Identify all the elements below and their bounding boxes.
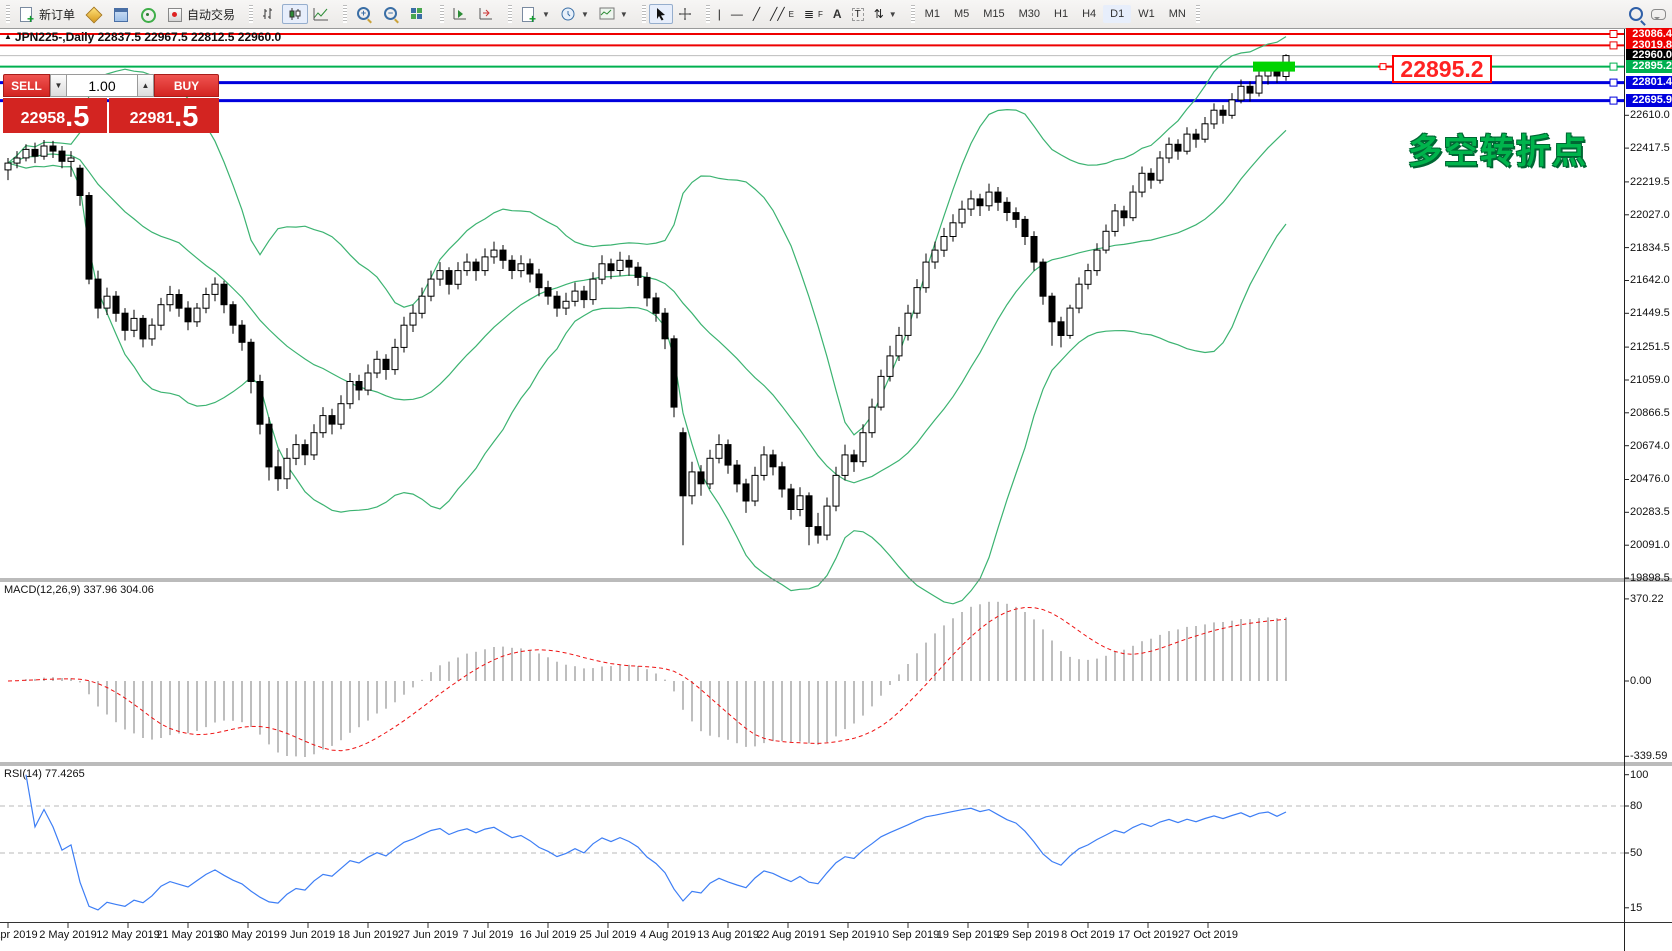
sell-button[interactable]: SELL <box>3 74 50 97</box>
volume-decrease-button[interactable]: ▼ <box>50 74 67 97</box>
price-callout-box[interactable]: 22895.2 <box>1392 55 1492 83</box>
one-click-trading-panel: SELL ▼ 1.00 ▲ BUY 22958.5 22981.5 <box>3 74 219 133</box>
sell-price[interactable]: 22958.5 <box>3 98 107 133</box>
buy-price[interactable]: 22981.5 <box>109 98 219 133</box>
mt4-terminal: + 新订单 自动交易 + − <box>0 0 1672 951</box>
chart-window: ▲JPN225-,Daily 22837.5 22967.5 22812.5 2… <box>0 28 1672 951</box>
volume-input[interactable]: 1.00 <box>67 74 137 97</box>
volume-increase-button[interactable]: ▲ <box>137 74 154 97</box>
buy-button[interactable]: BUY <box>154 74 219 97</box>
chart-annotation[interactable]: 多空转折点 <box>1408 124 1588 173</box>
